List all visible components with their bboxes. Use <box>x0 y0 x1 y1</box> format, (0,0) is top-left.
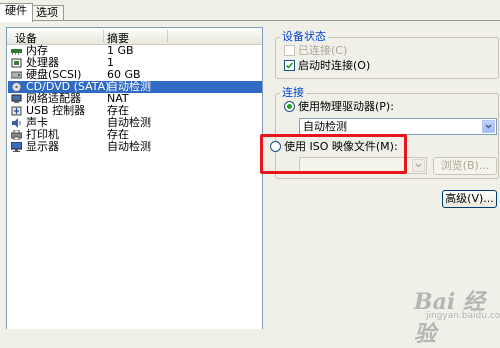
tab-options-label: 选项 <box>36 6 58 19</box>
radio-selected-dot <box>287 104 292 109</box>
chevron-down-glyph <box>415 163 422 168</box>
physical-drive-select[interactable]: 自动检测 <box>299 118 497 135</box>
tab-hardware-label: 硬件 <box>5 4 27 17</box>
advanced-button[interactable]: 高级(V)... <box>442 190 497 208</box>
printer-icon <box>11 130 22 140</box>
device-status-title: 设备状态 <box>280 30 328 43</box>
use-physical-drive-radio[interactable] <box>284 101 295 112</box>
usb-icon <box>11 106 22 116</box>
chevron-down-icon[interactable] <box>482 120 495 133</box>
display-icon <box>11 142 22 152</box>
connect-on-power-on-label: 启动时连接(O) <box>298 59 371 72</box>
device-list[interactable]: 设备 摘要 内存 1 GB 处理器 1 硬盘(SCSI) 60 GB CD/DV… <box>6 27 263 329</box>
tab-divider <box>0 20 500 21</box>
device-name: 显示器 <box>26 140 59 153</box>
cd-dvd-icon <box>11 82 22 92</box>
device-row-display[interactable]: 显示器 自动检测 <box>8 141 262 153</box>
harddisk-icon <box>11 71 22 79</box>
use-physical-drive-label: 使用物理驱动器(P): <box>298 100 394 113</box>
network-adapter-icon <box>11 94 22 103</box>
tab-options[interactable]: 选项 <box>30 5 64 21</box>
physical-drive-value: 自动检测 <box>303 120 347 133</box>
connect-on-power-on-checkbox[interactable] <box>284 60 295 71</box>
connected-label: 已连接(C) <box>298 44 348 57</box>
chevron-down-icon[interactable] <box>412 159 425 172</box>
tab-bar: 硬件 选项 <box>0 0 500 22</box>
sound-icon <box>12 118 21 128</box>
device-list-header: 设备 摘要 <box>7 28 262 45</box>
tab-hardware[interactable]: 硬件 <box>0 3 33 22</box>
highlight-box <box>260 134 407 174</box>
memory-icon <box>11 49 22 55</box>
device-summary: 自动检测 <box>107 140 151 153</box>
watermark: Bai 经验 jingyan.baidu.com <box>396 282 500 347</box>
column-separator[interactable] <box>167 30 168 42</box>
chevron-down-glyph <box>485 124 492 129</box>
column-separator[interactable] <box>103 30 104 42</box>
processor-icon <box>11 58 22 68</box>
connected-checkbox[interactable] <box>284 45 295 56</box>
browse-button[interactable]: 浏览(B)... <box>433 157 497 175</box>
connection-title: 连接 <box>280 86 306 99</box>
checkmark-icon <box>285 62 294 69</box>
watermark-url: jingyan.baidu.com <box>426 311 500 321</box>
